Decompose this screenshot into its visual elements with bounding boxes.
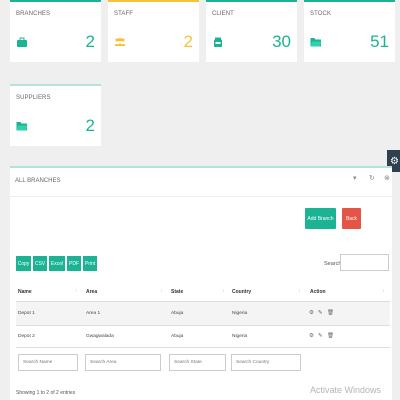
- briefcase-icon: [17, 37, 27, 47]
- close-icon[interactable]: ⊗: [384, 174, 390, 182]
- card-value: 2: [85, 32, 95, 51]
- search-name-input[interactable]: Search Name: [18, 354, 78, 371]
- sort-icon[interactable]: ↕: [160, 288, 163, 294]
- card-value: 2: [183, 32, 193, 51]
- chevron-down-icon[interactable]: ▾: [353, 174, 357, 182]
- refresh-icon[interactable]: ↻: [369, 174, 375, 182]
- back-button[interactable]: Back: [342, 208, 361, 229]
- cell-country: Nigeria: [232, 311, 248, 316]
- stat-card-stock: STOCK 51: [304, 0, 395, 62]
- activate-windows-watermark: Activate Windows: [310, 385, 382, 395]
- print-button[interactable]: Print: [83, 256, 97, 271]
- card-accent-bar: [10, 0, 101, 2]
- stat-card-client: CLIENT 30: [206, 0, 297, 62]
- column-header-name[interactable]: Name: [18, 289, 32, 295]
- client-icon: [214, 37, 222, 47]
- sort-icon[interactable]: ↕: [382, 288, 385, 294]
- stat-card-branches: BRANCHES 2: [10, 0, 101, 62]
- column-header-state[interactable]: State: [171, 289, 183, 295]
- add-branch-button[interactable]: Add Branch: [305, 208, 336, 229]
- panel-accent-bar: [10, 166, 392, 168]
- card-title: CLIENT: [212, 11, 234, 17]
- cell-state: Abuja: [171, 334, 184, 339]
- pdf-button[interactable]: PDF: [67, 256, 81, 271]
- sort-icon[interactable]: ↕: [298, 288, 301, 294]
- edit-icon[interactable]: ✎: [318, 333, 323, 339]
- folder-icon: [310, 38, 322, 47]
- stat-card-suppliers: SUPPLIERS 2: [10, 84, 101, 146]
- delete-icon[interactable]: 🗑: [327, 333, 334, 339]
- card-title: BRANCHES: [16, 11, 51, 17]
- card-title: STAFF: [114, 11, 134, 17]
- row-divider: [16, 325, 390, 326]
- edit-icon[interactable]: ✎: [318, 310, 323, 316]
- card-accent-bar: [108, 0, 199, 2]
- cell-area: Gwagwalada: [86, 334, 114, 339]
- sort-icon[interactable]: ↕: [222, 288, 225, 294]
- cell-state: Abuja: [171, 311, 184, 316]
- search-state-input[interactable]: Search State: [169, 354, 226, 371]
- cell-name: Depot 1: [18, 311, 35, 316]
- delete-icon[interactable]: 🗑: [327, 310, 334, 316]
- card-value: 30: [272, 32, 291, 51]
- cell-country: Nigeria: [232, 334, 248, 339]
- column-header-country[interactable]: Country: [232, 289, 251, 295]
- copy-button[interactable]: Copy: [16, 256, 31, 271]
- card-title: SUPPLIERS: [16, 95, 51, 101]
- card-value: 2: [85, 116, 95, 135]
- card-accent-bar: [304, 0, 395, 2]
- cell-name: Depot 2: [18, 334, 35, 339]
- card-accent-bar: [10, 84, 101, 86]
- search-area-input[interactable]: Search Area: [85, 354, 161, 371]
- card-value: 51: [370, 32, 389, 51]
- panel-divider: [10, 196, 392, 197]
- csv-button[interactable]: CSV: [33, 256, 47, 271]
- view-icon[interactable]: ⚙: [309, 333, 314, 339]
- folder-icon: [16, 122, 28, 131]
- cell-area: Area 1: [86, 311, 101, 316]
- card-title: STOCK: [310, 11, 332, 17]
- search-country-input[interactable]: Search Country: [231, 354, 301, 371]
- search-input[interactable]: [340, 254, 389, 271]
- table-info: Showing 1 to 2 of 2 entries: [16, 390, 76, 396]
- card-accent-bar: [206, 0, 297, 2]
- row-divider: [16, 347, 390, 348]
- sort-up-icon[interactable]: ↑: [75, 288, 78, 294]
- view-icon[interactable]: ⚙: [309, 310, 314, 316]
- panel-title: ALL BRANCHES: [15, 178, 61, 184]
- column-header-action[interactable]: Action: [310, 289, 326, 295]
- users-icon: [114, 37, 126, 46]
- column-header-area[interactable]: Area: [86, 289, 97, 295]
- excel-button[interactable]: Excel: [49, 256, 65, 271]
- stat-card-staff: STAFF 2: [108, 0, 199, 62]
